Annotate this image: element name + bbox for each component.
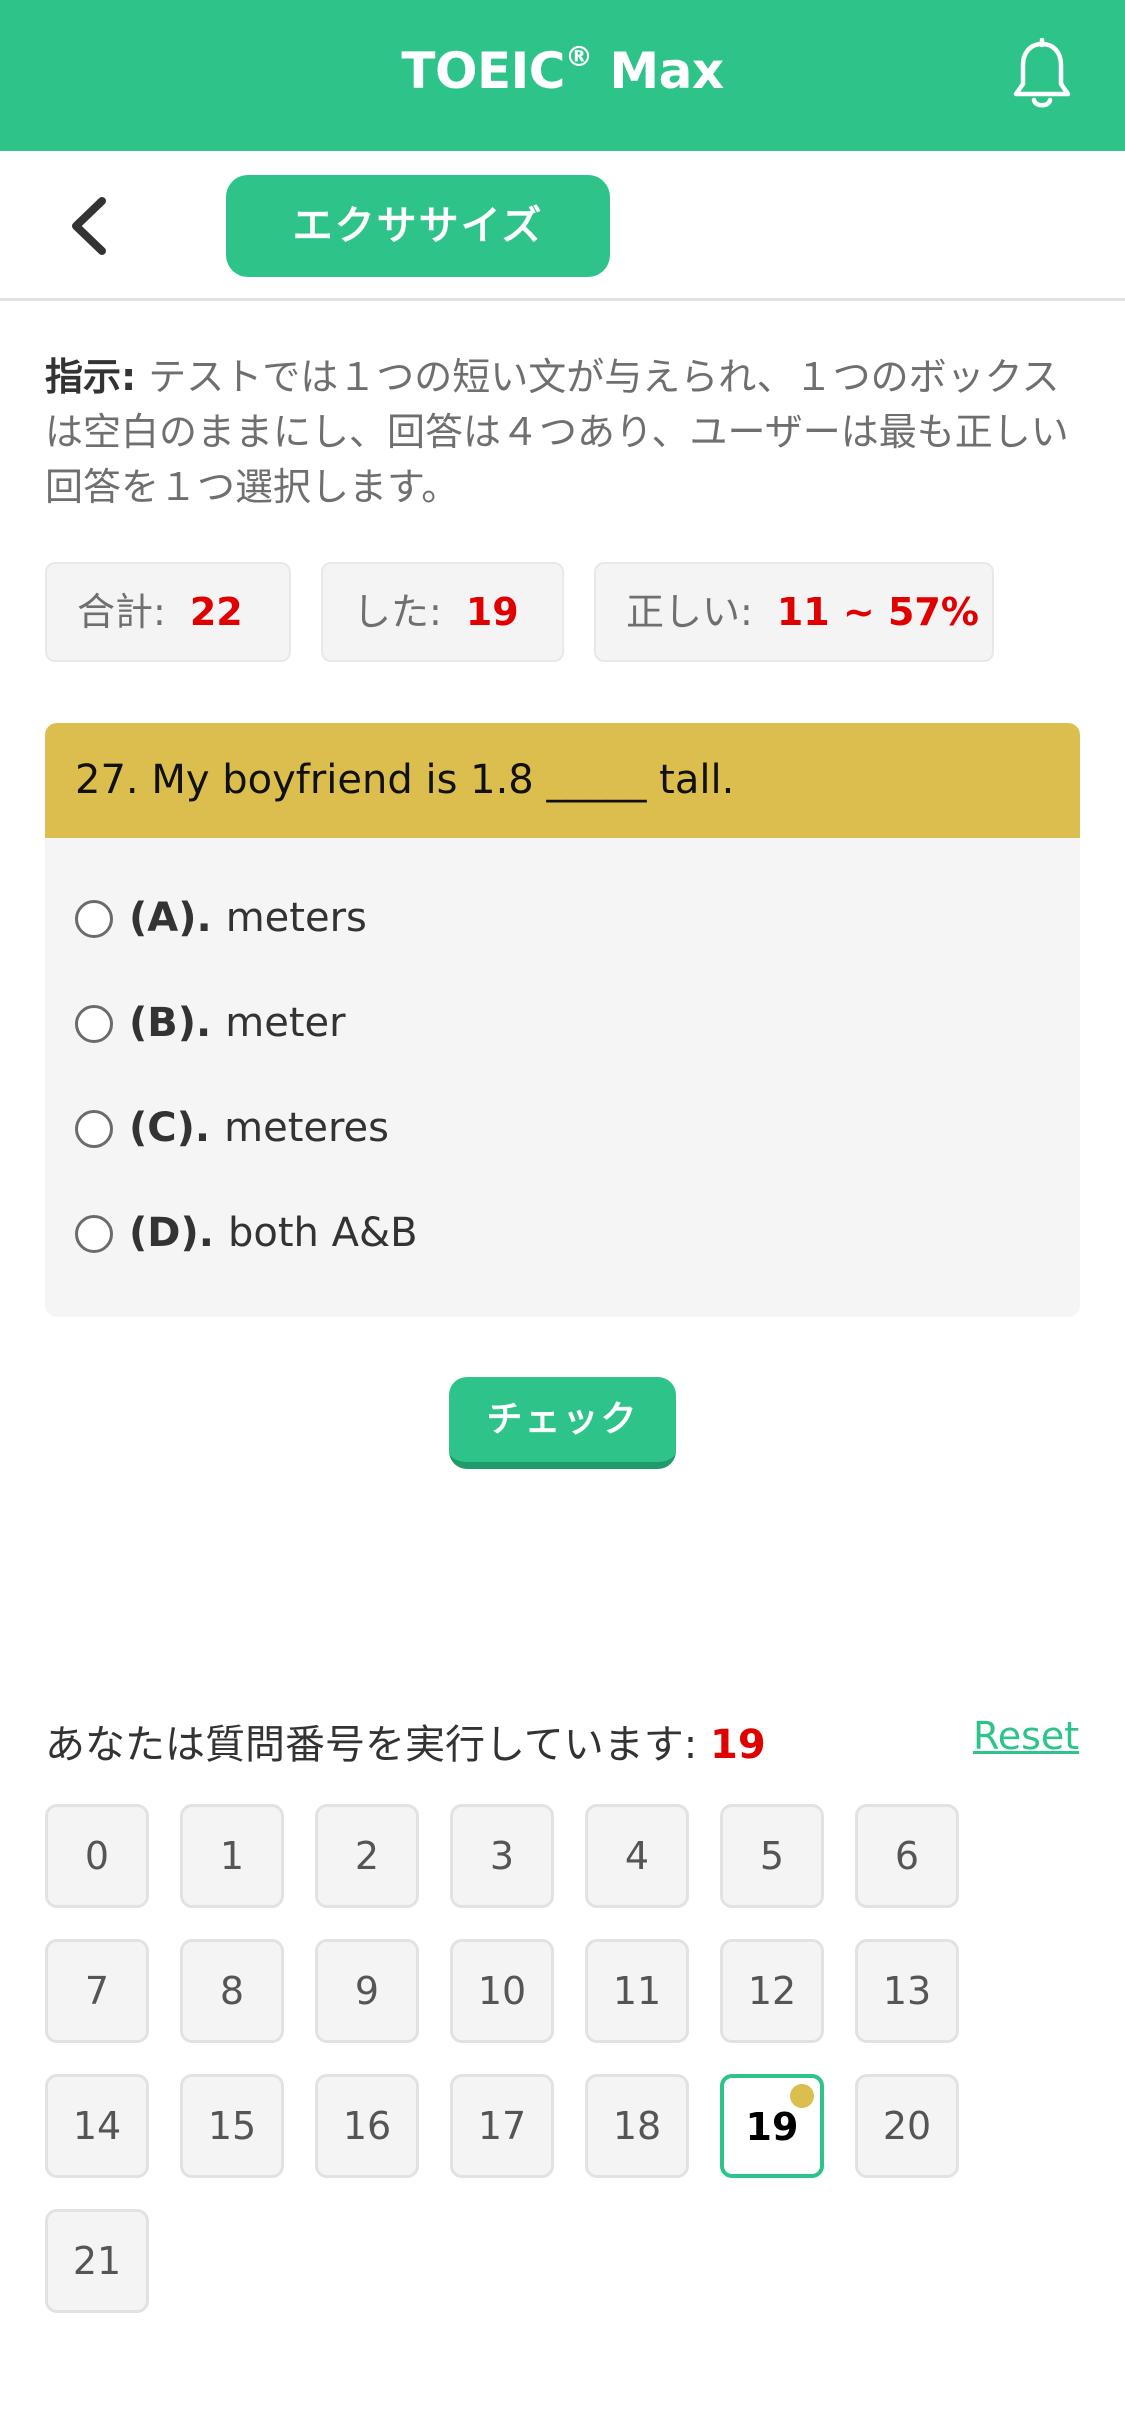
question-number-button[interactable]: 7 bbox=[45, 1939, 149, 2043]
option-c[interactable]: (C). meteres bbox=[75, 1098, 389, 1158]
question-number-button[interactable]: 17 bbox=[450, 2074, 554, 2178]
current-question-number: 19 bbox=[710, 1722, 766, 1768]
stat-correct-value: 11 ~ 57% bbox=[776, 590, 979, 634]
check-button[interactable]: チェック bbox=[449, 1377, 676, 1469]
sub-navigation-bar: エクササイズ bbox=[0, 151, 1125, 301]
question-number-button[interactable]: 5 bbox=[720, 1804, 824, 1908]
radio-icon[interactable] bbox=[75, 900, 113, 938]
question-number-button[interactable]: 14 bbox=[45, 2074, 149, 2178]
question-text: 27. My boyfriend is 1.8 _____ tall. bbox=[45, 723, 1080, 838]
question-number-current[interactable]: 19 bbox=[720, 2074, 824, 2178]
question-number-button[interactable]: 0 bbox=[45, 1804, 149, 1908]
radio-icon[interactable] bbox=[75, 1005, 113, 1043]
app-title: TOEIC® Max bbox=[401, 40, 724, 100]
option-d[interactable]: (D). both A&B bbox=[75, 1203, 418, 1263]
top-app-bar: TOEIC® Max bbox=[0, 0, 1125, 151]
reset-link[interactable]: Reset bbox=[973, 1714, 1079, 1758]
stat-done-value: 19 bbox=[465, 590, 519, 634]
question-number-button[interactable]: 18 bbox=[585, 2074, 689, 2178]
question-number-button[interactable]: 2 bbox=[315, 1804, 419, 1908]
question-number-button[interactable]: 20 bbox=[855, 2074, 959, 2178]
question-number-button[interactable]: 12 bbox=[720, 1939, 824, 2043]
question-card: 27. My boyfriend is 1.8 _____ tall. (A).… bbox=[45, 723, 1080, 1317]
chevron-left-icon[interactable] bbox=[62, 193, 122, 259]
stat-total-value: 22 bbox=[189, 590, 243, 634]
question-number-button[interactable]: 10 bbox=[450, 1939, 554, 2043]
instructions-text: テストでは１つの短い文が与えられ、１つのボックスは空白のままにし、回答は４つあり… bbox=[45, 355, 1069, 509]
bell-icon[interactable] bbox=[1010, 38, 1074, 114]
instructions-label: 指示: bbox=[45, 355, 137, 399]
stat-done: した: 19 bbox=[321, 562, 564, 662]
stat-correct: 正しい: 11 ~ 57% bbox=[594, 562, 994, 662]
stat-total: 合計: 22 bbox=[45, 562, 291, 662]
question-number-button[interactable]: 3 bbox=[450, 1804, 554, 1908]
option-a[interactable]: (A). meters bbox=[75, 888, 367, 948]
question-number-button[interactable]: 15 bbox=[180, 2074, 284, 2178]
question-number-button[interactable]: 8 bbox=[180, 1939, 284, 2043]
question-number-button[interactable]: 6 bbox=[855, 1804, 959, 1908]
question-number-button[interactable]: 16 bbox=[315, 2074, 419, 2178]
exercise-button[interactable]: エクササイズ bbox=[226, 175, 610, 277]
current-marker-dot bbox=[790, 2084, 814, 2108]
question-number-button[interactable]: 13 bbox=[855, 1939, 959, 2043]
question-number-button[interactable]: 9 bbox=[315, 1939, 419, 2043]
radio-icon[interactable] bbox=[75, 1110, 113, 1148]
question-number-button[interactable]: 11 bbox=[585, 1939, 689, 2043]
option-b[interactable]: (B). meter bbox=[75, 993, 346, 1053]
question-number-button[interactable]: 21 bbox=[45, 2209, 149, 2313]
current-question-indicator: あなたは質問番号を実行しています: 19 bbox=[45, 1722, 766, 1768]
question-number-button[interactable]: 1 bbox=[180, 1804, 284, 1908]
question-number-button[interactable]: 4 bbox=[585, 1804, 689, 1908]
radio-icon[interactable] bbox=[75, 1215, 113, 1253]
instructions: 指示: テストでは１つの短い文が与えられ、１つのボックスは空白のままにし、回答は… bbox=[45, 350, 1080, 515]
